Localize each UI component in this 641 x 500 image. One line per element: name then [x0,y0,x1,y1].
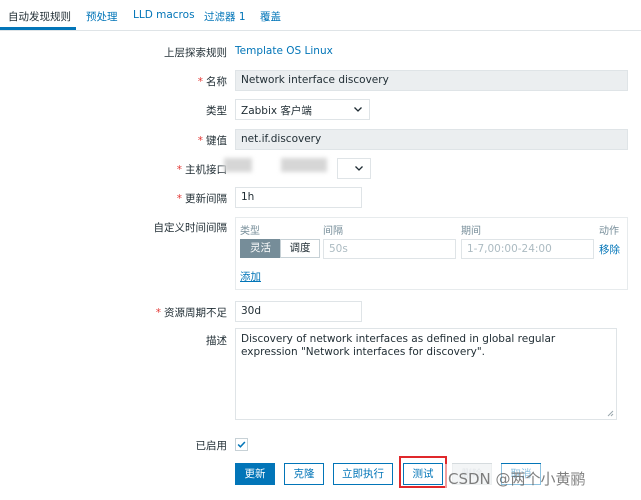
interval-placeholder: 50s [329,243,348,255]
scheduling-toggle[interactable]: 调度 [280,239,320,258]
lifetime-value: 30d [241,305,262,317]
type-select[interactable]: Zabbix 客户端 [235,99,370,120]
col-interval-header: 间隔 [323,226,343,237]
description-label: 描述 [206,335,227,347]
update-interval-label: * 更新间隔 [177,191,227,206]
name-value: Network interface discovery [241,74,389,86]
highlight-box [399,456,447,488]
col-action-header: 动作 [599,226,619,237]
redacted-area [281,158,327,172]
add-interval-link[interactable]: 添加 [240,269,261,284]
active-tab-indicator [0,27,76,30]
tab-preprocessing[interactable]: 预处理 [86,9,118,24]
check-icon [237,441,246,448]
enabled-label: 已启用 [195,440,228,452]
required-marker: * [176,164,182,176]
period-placeholder: 1-7,00:00-24:00 [467,243,552,255]
tab-lld-macros[interactable]: LLD macros [133,9,195,21]
enabled-checkbox[interactable] [235,438,248,451]
period-input[interactable]: 1-7,00:00-24:00 [461,239,594,259]
watermark: CSDN @两个小黄鹂 [448,470,586,488]
execute-now-button[interactable]: 立即执行 [333,463,393,485]
chevron-down-icon [354,107,362,112]
remove-interval-link[interactable]: 移除 [599,242,620,257]
description-textarea[interactable]: Discovery of network interfaces as defin… [235,328,617,420]
parent-rule-label: 上层探索规则 [164,47,227,59]
lifetime-label: * 资源周期不足 [156,305,227,320]
key-label: * 键值 [198,133,227,148]
tab-bar: 自动发现规则 预处理 LLD macros 过滤器 1 覆盖 [0,0,641,31]
host-interface-select[interactable] [337,158,371,179]
name-label-text: 名称 [206,76,227,88]
col-period-header: 期间 [461,226,481,237]
key-field[interactable]: net.if.discovery [235,129,628,150]
update-interval-label-text: 更新间隔 [185,193,227,205]
lifetime-input[interactable]: 30d [235,301,362,322]
redacted-area [224,158,252,172]
interval-input[interactable]: 50s [323,239,456,259]
tab-filters[interactable]: 过滤器 1 [204,9,246,24]
tab-overrides[interactable]: 覆盖 [260,9,281,24]
parent-rule-link[interactable]: Template OS Linux [235,45,333,57]
key-label-text: 键值 [206,135,227,147]
required-marker: * [176,193,182,205]
resize-handle-icon[interactable] [607,410,614,417]
lifetime-label-text: 资源周期不足 [164,307,227,319]
custom-intervals-label: 自定义时间间隔 [153,222,228,234]
clone-button[interactable]: 克隆 [284,463,324,485]
update-interval-value: 1h [241,191,255,203]
name-label: * 名称 [198,74,227,89]
chevron-down-icon [355,166,363,171]
flexible-toggle[interactable]: 灵活 [240,239,281,258]
update-interval-input[interactable]: 1h [235,187,362,208]
tab-discovery-rule[interactable]: 自动发现规则 [8,9,71,24]
required-marker: * [155,307,161,319]
update-button[interactable]: 更新 [235,463,275,485]
required-marker: * [197,135,203,147]
host-interface-label-text: 主机接口 [185,164,227,176]
name-field[interactable]: Network interface discovery [235,70,628,91]
type-select-value: Zabbix 客户端 [241,105,312,117]
description-value: Discovery of network interfaces as defin… [241,333,556,358]
required-marker: * [197,76,203,88]
host-interface-label: * 主机接口 [177,162,227,177]
type-label: 类型 [206,105,227,117]
key-value: net.if.discovery [241,133,322,145]
col-type-header: 类型 [240,226,260,237]
